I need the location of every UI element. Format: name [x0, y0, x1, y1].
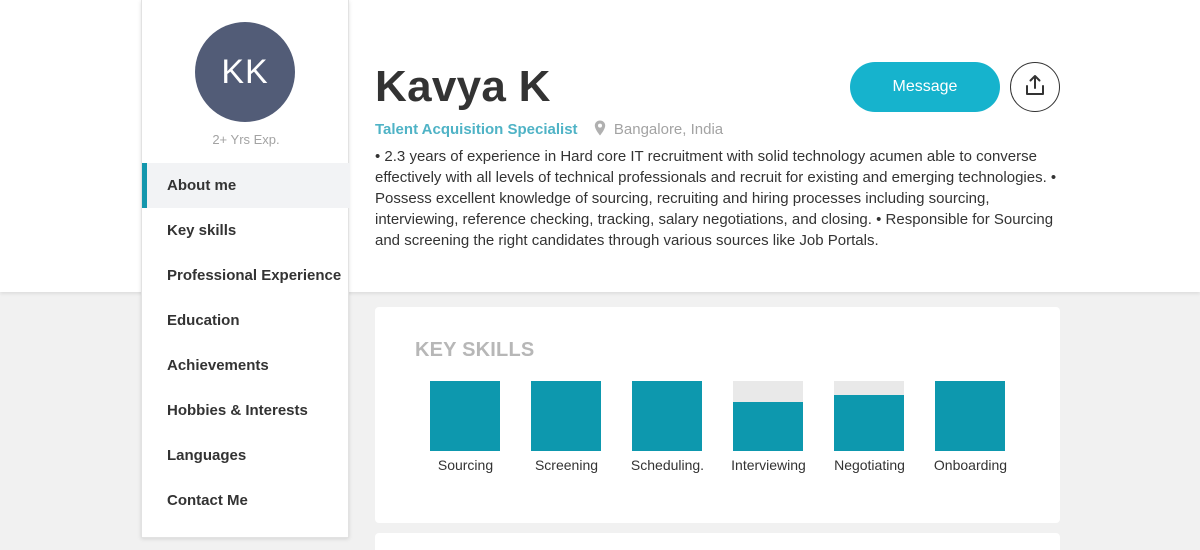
message-button[interactable]: Message	[850, 62, 1000, 112]
skill-item: Sourcing	[415, 381, 516, 473]
location-text: Bangalore, India	[613, 121, 724, 138]
profile-name: Kavya K	[375, 62, 551, 111]
role-line: Talent Acquisition Specialist Bangalore,…	[375, 120, 723, 140]
skill-level-fill	[430, 381, 500, 451]
key-skills-card: KEY SKILLS Sourcing Screening Scheduling…	[375, 307, 1060, 523]
sidebar-item-languages[interactable]: Languages	[142, 433, 350, 478]
profile-header: Kavya K Talent Acquisition Specialist Ba…	[375, 0, 1065, 292]
location-pin-icon	[594, 120, 606, 140]
skill-level-fill	[531, 381, 601, 451]
skill-level-fill	[733, 402, 803, 451]
skill-item: Screening	[516, 381, 617, 473]
key-skills-title: KEY SKILLS	[415, 339, 535, 361]
skill-level-fill	[935, 381, 1005, 451]
share-icon	[1025, 74, 1045, 101]
skill-label: Sourcing	[437, 457, 494, 473]
sidebar-item-hobbies-interests[interactable]: Hobbies & Interests	[142, 388, 350, 433]
skill-item: Scheduling.	[617, 381, 718, 473]
skill-item: Onboarding	[920, 381, 1021, 473]
next-section-card	[375, 533, 1060, 550]
skill-level-box	[430, 381, 500, 451]
skill-level-fill	[834, 395, 904, 451]
sidebar-item-education[interactable]: Education	[142, 298, 350, 343]
about-text: • 2.3 years of experience in Hard core I…	[375, 148, 1057, 249]
skill-label: Scheduling.	[630, 457, 705, 473]
sidebar-item-key-skills[interactable]: Key skills	[142, 208, 350, 253]
sidebar-item-contact-me[interactable]: Contact Me	[142, 478, 350, 523]
skill-label: Interviewing	[731, 457, 806, 473]
skill-level-box	[834, 381, 904, 451]
skill-item: Interviewing	[718, 381, 819, 473]
sidebar-item-professional-experience[interactable]: Professional Experience	[142, 253, 350, 298]
skill-item: Negotiating	[819, 381, 920, 473]
skill-level-fill	[632, 381, 702, 451]
skill-level-box	[733, 381, 803, 451]
experience-label: 2+ Yrs Exp.	[212, 132, 280, 147]
skill-level-box	[531, 381, 601, 451]
skill-level-box	[632, 381, 702, 451]
skill-label: Negotiating	[834, 457, 905, 473]
skill-label: Onboarding	[933, 457, 1008, 473]
sidebar-nav: About me Key skills Professional Experie…	[142, 163, 350, 523]
skill-level-box	[935, 381, 1005, 451]
sidebar-item-achievements[interactable]: Achievements	[142, 343, 350, 388]
skill-label: Screening	[534, 457, 599, 473]
sidebar-item-about-me[interactable]: About me	[142, 163, 350, 208]
share-button[interactable]	[1010, 62, 1060, 112]
profile-sidebar: KK 2+ Yrs Exp. About me Key skills Profe…	[141, 0, 350, 538]
avatar: KK	[195, 22, 295, 122]
role-title: Talent Acquisition Specialist	[375, 121, 578, 138]
